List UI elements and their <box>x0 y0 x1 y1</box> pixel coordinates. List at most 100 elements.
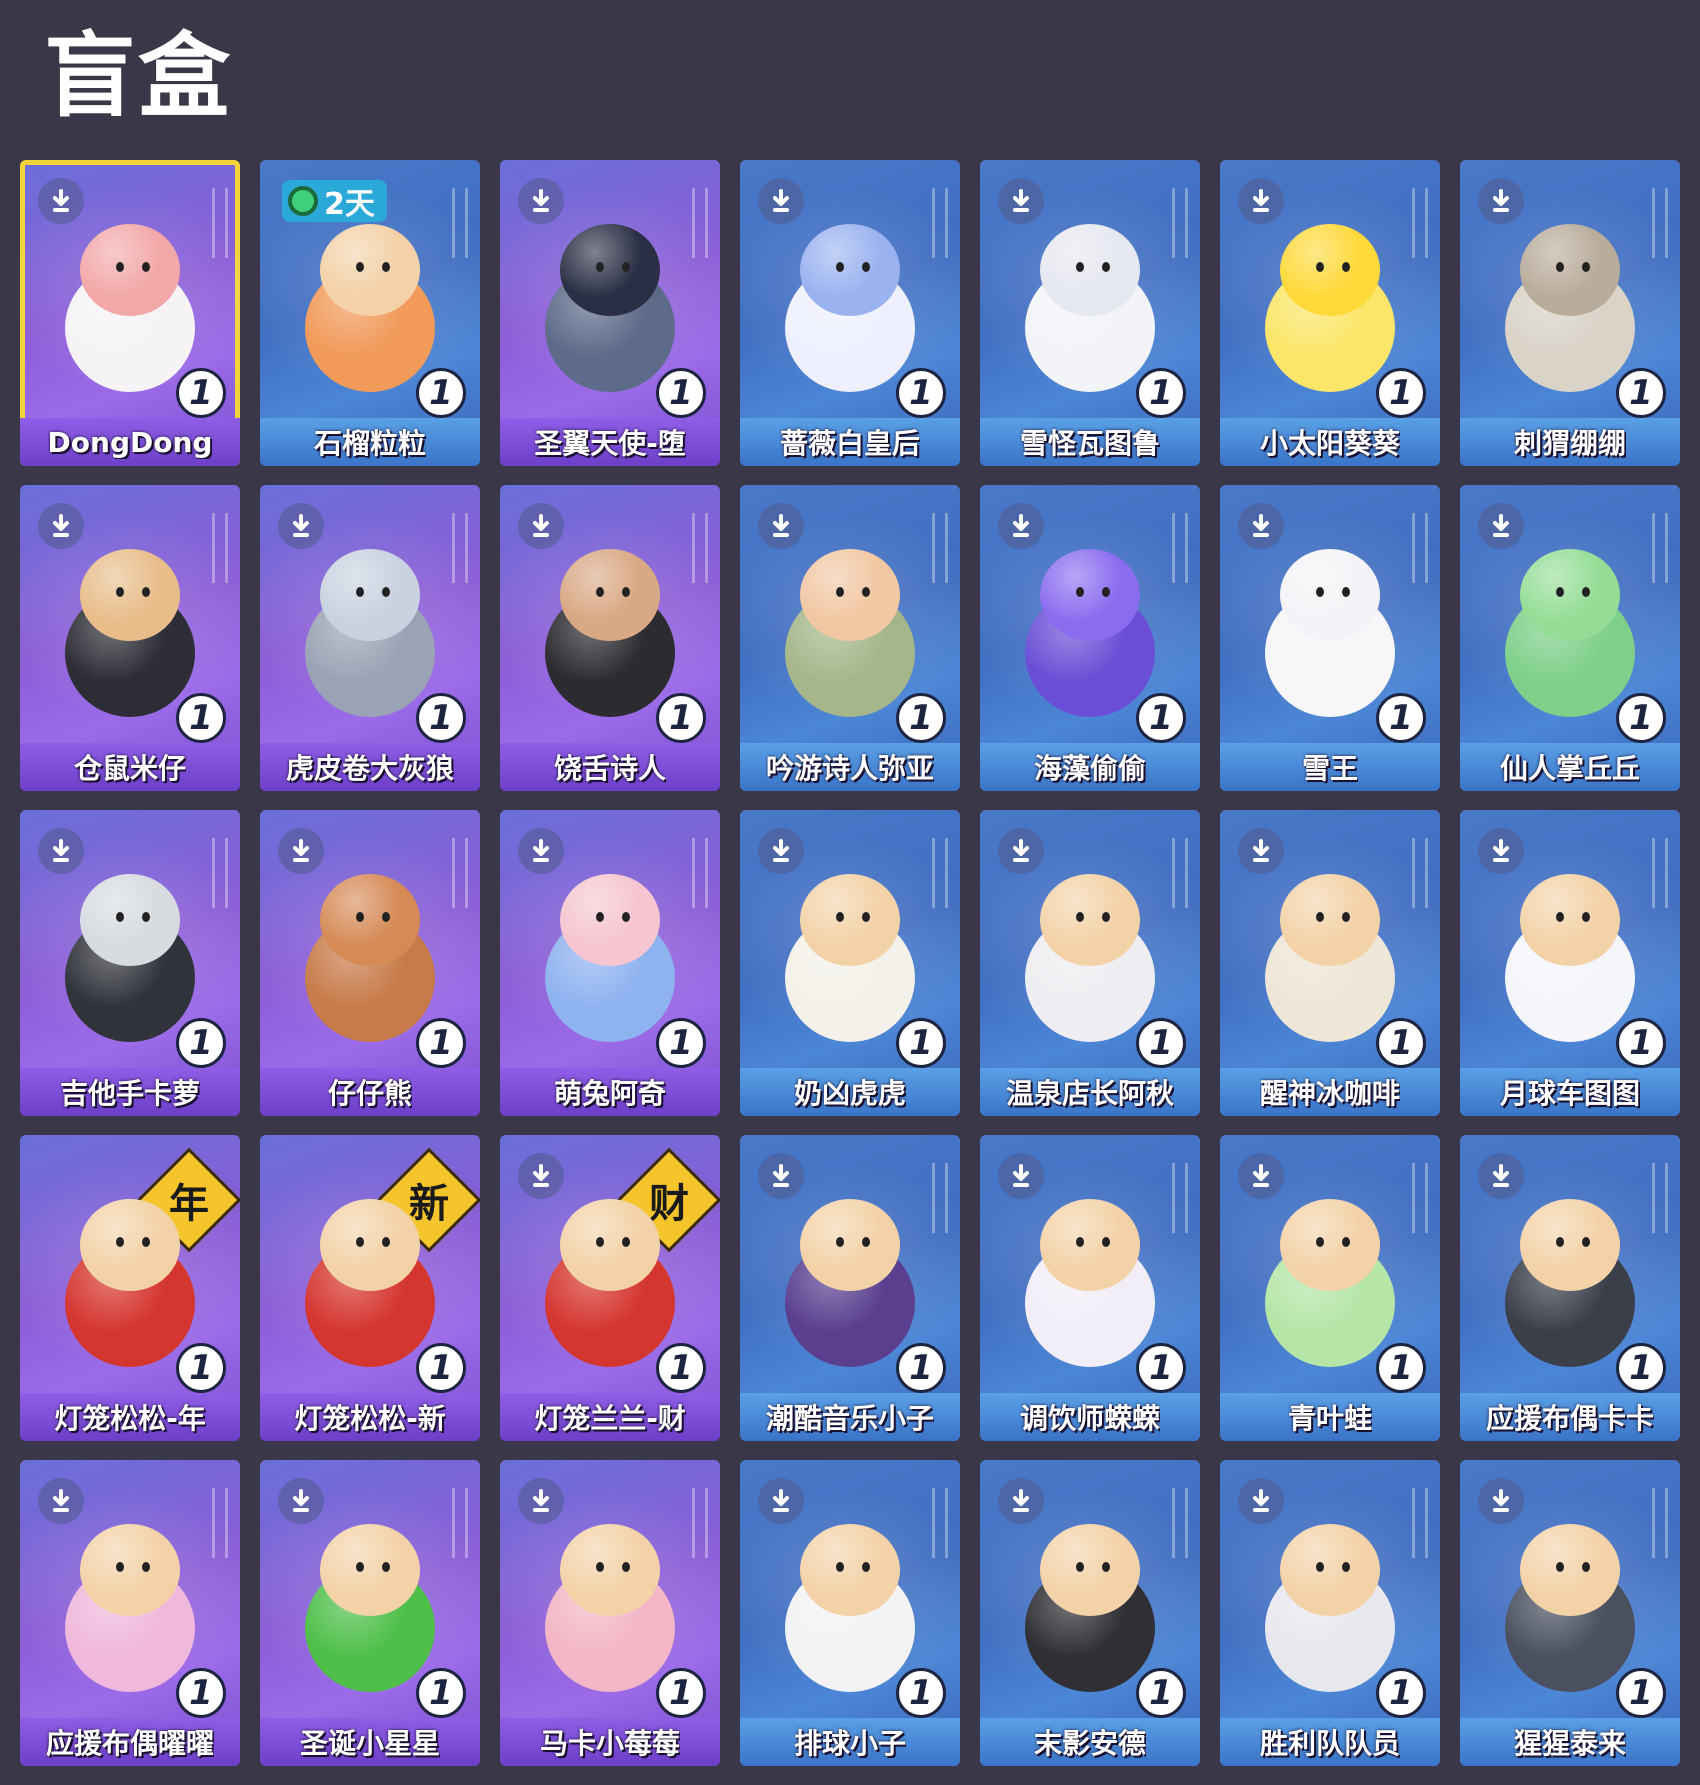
character-head <box>560 1199 660 1291</box>
blind-box-card[interactable]: 1 青叶蛙 <box>1220 1135 1440 1441</box>
download-icon[interactable] <box>1238 1478 1284 1524</box>
download-icon[interactable] <box>758 178 804 224</box>
blind-box-card[interactable]: 1 雪怪瓦图鲁 <box>980 160 1200 466</box>
character-head <box>320 224 420 316</box>
card-name-banner: 灯笼松松-年 <box>20 1393 240 1441</box>
blind-box-card[interactable]: 1 仔仔熊 <box>260 810 480 1116</box>
character-head <box>560 224 660 316</box>
download-icon[interactable] <box>518 828 564 874</box>
blind-box-card[interactable]: 1 醒神冰咖啡 <box>1220 810 1440 1116</box>
brand-watermark-icon <box>1172 513 1188 583</box>
card-name: 灯笼松松-新 <box>294 1402 446 1435</box>
blind-box-card[interactable]: 财 1 灯笼兰兰-财 <box>500 1135 720 1441</box>
blind-box-card[interactable]: 1 虎皮卷大灰狼 <box>260 485 480 791</box>
character-figure <box>1255 1199 1405 1369</box>
download-icon[interactable] <box>758 828 804 874</box>
blind-box-card[interactable]: 1 潮酷音乐小子 <box>740 1135 960 1441</box>
blind-box-card[interactable]: 1 应援布偶曜曜 <box>20 1460 240 1766</box>
blind-box-card[interactable]: 1 奶凶虎虎 <box>740 810 960 1116</box>
download-icon[interactable] <box>38 178 84 224</box>
character-eye <box>116 912 124 922</box>
blind-box-card[interactable]: 1 饶舌诗人 <box>500 485 720 791</box>
download-icon[interactable] <box>758 1478 804 1524</box>
blind-box-card[interactable]: 1 温泉店长阿秋 <box>980 810 1200 1116</box>
download-icon[interactable] <box>1478 1153 1524 1199</box>
blind-box-card[interactable]: 1 调饮师蝾蝾 <box>980 1135 1200 1441</box>
brand-watermark-icon <box>1172 1488 1188 1558</box>
download-icon[interactable] <box>1238 178 1284 224</box>
blind-box-card[interactable]: 1 应援布偶卡卡 <box>1460 1135 1680 1441</box>
character-figure <box>1495 1524 1645 1694</box>
download-icon[interactable] <box>998 828 1044 874</box>
download-icon[interactable] <box>758 1153 804 1199</box>
blind-box-card[interactable]: 1 蔷薇白皇后 <box>740 160 960 466</box>
download-icon[interactable] <box>1238 1153 1284 1199</box>
quantity-badge: 1 <box>1616 693 1666 743</box>
download-icon[interactable] <box>1478 503 1524 549</box>
download-icon[interactable] <box>1478 178 1524 224</box>
character-eye <box>382 1562 390 1572</box>
blind-box-card[interactable]: 1 圣翼天使-堕 <box>500 160 720 466</box>
card-name-banner: 胜利队队员 <box>1220 1718 1440 1766</box>
blind-box-card[interactable]: 1 胜利队队员 <box>1220 1460 1440 1766</box>
blind-box-card[interactable]: 1 DongDong <box>20 160 240 466</box>
card-name: 萌兔阿奇 <box>553 1077 666 1110</box>
blind-box-card[interactable]: 2天 1 石榴粒粒 <box>260 160 480 466</box>
download-icon[interactable] <box>278 1478 324 1524</box>
download-icon[interactable] <box>38 1478 84 1524</box>
blind-box-card[interactable]: 1 萌兔阿奇 <box>500 810 720 1116</box>
download-icon[interactable] <box>518 1153 564 1199</box>
download-icon[interactable] <box>518 1478 564 1524</box>
blind-box-card[interactable]: 1 小太阳葵葵 <box>1220 160 1440 466</box>
blind-box-card[interactable]: 1 刺猬绷绷 <box>1460 160 1680 466</box>
blind-box-card[interactable]: 1 猩猩泰来 <box>1460 1460 1680 1766</box>
download-icon[interactable] <box>278 503 324 549</box>
blind-box-card[interactable]: 1 排球小子 <box>740 1460 960 1766</box>
download-icon[interactable] <box>38 828 84 874</box>
character-figure <box>55 1199 205 1369</box>
download-icon[interactable] <box>1238 503 1284 549</box>
character-figure <box>1495 1199 1645 1369</box>
download-icon[interactable] <box>1478 828 1524 874</box>
card-name: 灯笼松松-年 <box>54 1402 206 1435</box>
download-icon[interactable] <box>998 178 1044 224</box>
blind-box-card[interactable]: 1 吉他手卡萝 <box>20 810 240 1116</box>
quantity-badge: 1 <box>656 693 706 743</box>
download-icon[interactable] <box>998 1153 1044 1199</box>
character-eye <box>1316 1237 1324 1247</box>
blind-box-card[interactable]: 年 1 灯笼松松-年 <box>20 1135 240 1441</box>
quantity-badge: 1 <box>656 1668 706 1718</box>
download-icon[interactable] <box>758 503 804 549</box>
brand-watermark-icon <box>1172 1163 1188 1233</box>
download-icon[interactable] <box>518 503 564 549</box>
blind-box-card[interactable]: 新 1 灯笼松松-新 <box>260 1135 480 1441</box>
download-icon[interactable] <box>1478 1478 1524 1524</box>
blind-box-card[interactable]: 1 月球车图图 <box>1460 810 1680 1116</box>
character-eye <box>116 262 124 272</box>
card-name-banner: 饶舌诗人 <box>500 743 720 791</box>
character-eye <box>1102 912 1110 922</box>
blind-box-card[interactable]: 1 末影安德 <box>980 1460 1200 1766</box>
blind-box-card[interactable]: 1 仙人掌丘丘 <box>1460 485 1680 791</box>
card-name: DongDong <box>47 425 213 459</box>
blind-box-card[interactable]: 1 吟游诗人弥亚 <box>740 485 960 791</box>
blind-box-card[interactable]: 1 圣诞小星星 <box>260 1460 480 1766</box>
download-icon[interactable] <box>998 503 1044 549</box>
download-icon[interactable] <box>998 1478 1044 1524</box>
blind-box-card[interactable]: 1 雪王 <box>1220 485 1440 791</box>
character-eye <box>1102 1237 1110 1247</box>
brand-watermark-icon <box>452 513 468 583</box>
card-name-banner: 灯笼松松-新 <box>260 1393 480 1441</box>
download-icon[interactable] <box>278 828 324 874</box>
download-icon[interactable] <box>518 178 564 224</box>
download-icon[interactable] <box>1238 828 1284 874</box>
character-head <box>1520 549 1620 641</box>
blind-box-card[interactable]: 1 海藻偷偷 <box>980 485 1200 791</box>
blind-box-card[interactable]: 1 马卡小莓莓 <box>500 1460 720 1766</box>
blind-box-card[interactable]: 1 仓鼠米仔 <box>20 485 240 791</box>
card-name-banner: 海藻偷偷 <box>980 743 1200 791</box>
download-icon[interactable] <box>38 503 84 549</box>
brand-watermark-icon <box>452 188 468 258</box>
brand-watermark-icon <box>452 838 468 908</box>
card-name: 应援布偶曜曜 <box>45 1727 214 1760</box>
